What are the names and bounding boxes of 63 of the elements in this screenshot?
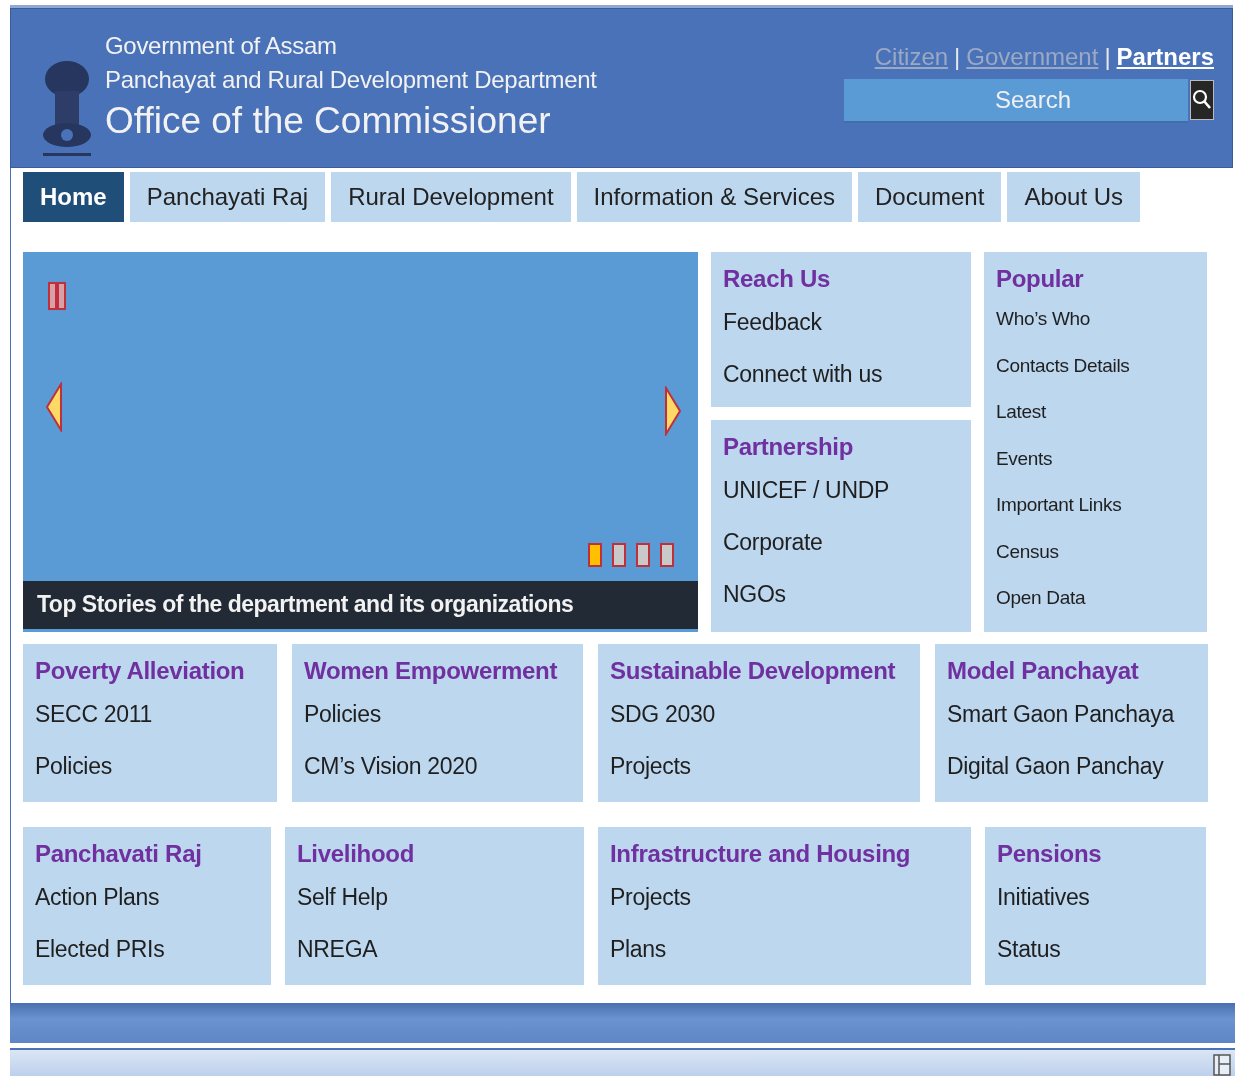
search-field[interactable]: Search [844, 79, 1188, 123]
panel-link[interactable]: Events [996, 435, 1195, 482]
panel-link[interactable]: Plans [610, 923, 959, 975]
panel-heading[interactable]: Women Empowerment [304, 654, 571, 688]
slide-indicator[interactable] [660, 542, 674, 567]
panel-link[interactable]: Corporate [723, 516, 959, 568]
next-arrow-icon[interactable] [664, 386, 682, 436]
panel-heading[interactable]: Sustainable Development [610, 654, 908, 688]
nav-tab[interactable]: Home [23, 172, 124, 222]
nav-tab[interactable]: Panchayati Raj [129, 172, 326, 222]
panel-link[interactable]: Elected PRIs [35, 923, 259, 975]
slide-indicator[interactable] [588, 542, 602, 567]
slide-caption: Top Stories of the department and its organizations [23, 580, 698, 629]
panel-heading[interactable]: Livelihood [297, 837, 572, 871]
panel-link[interactable]: Important Links [996, 482, 1195, 529]
panel-link[interactable]: Projects [610, 871, 959, 923]
panel-link[interactable]: Status [997, 923, 1194, 975]
panel-heading[interactable]: Model Panchayat [947, 654, 1196, 688]
nav-tab[interactable]: Document [858, 172, 1002, 222]
panel-link[interactable]: Feedback [723, 296, 959, 348]
nav-tab[interactable]: About Us [1007, 172, 1141, 222]
panel-link[interactable]: Open Data [996, 575, 1195, 622]
slide-indicator[interactable] [612, 542, 626, 567]
panel-link[interactable]: Self Help [297, 871, 572, 923]
pause-icon[interactable] [47, 282, 67, 310]
panel-link[interactable]: Smart Gaon Panchaya [947, 688, 1196, 740]
audience-link[interactable]: Partners [1116, 43, 1214, 71]
separator-text: | [954, 43, 961, 71]
panel-link[interactable]: Census [996, 528, 1195, 575]
panel-link[interactable]: UNICEF / UNDP [723, 464, 959, 516]
slide-indicator[interactable] [636, 542, 650, 567]
header-text: Panchayat and Rural Development Department [105, 65, 597, 95]
panel-link[interactable]: Projects [610, 740, 908, 792]
panel-link[interactable]: Latest [996, 389, 1195, 436]
panel-link[interactable]: Policies [304, 688, 571, 740]
panel-heading[interactable]: Panchavati Raj [35, 837, 259, 871]
panel-heading[interactable]: Pensions [997, 837, 1194, 871]
panel-link[interactable]: Contacts Details [996, 342, 1195, 389]
panel-link[interactable]: Who’s Who [996, 296, 1195, 343]
panel-link[interactable]: Policies [35, 740, 265, 792]
layout-icon[interactable] [1213, 1054, 1231, 1076]
panel-link[interactable]: Initiatives [997, 871, 1194, 923]
search-icon [1192, 89, 1212, 111]
panel-link[interactable]: Action Plans [35, 871, 259, 923]
panel-link[interactable]: Connect with us [723, 348, 959, 400]
nav-tab[interactable]: Information & Services [576, 172, 852, 222]
nav-tab[interactable]: Rural Development [331, 172, 571, 222]
panel-link[interactable]: Digital Gaon Panchay [947, 740, 1196, 792]
search-button[interactable] [1190, 80, 1214, 120]
header-text: Government of Assam [105, 31, 338, 61]
panel-link[interactable]: SDG 2030 [610, 688, 908, 740]
panel-link[interactable]: CM’s Vision 2020 [304, 740, 571, 792]
panel-heading[interactable]: Poverty Alleviation [35, 654, 265, 688]
previous-arrow-icon[interactable] [45, 382, 63, 432]
panel-heading[interactable]: Popular [996, 262, 1195, 296]
panel-heading[interactable]: Reach Us [723, 262, 959, 296]
panel-link[interactable]: SECC 2011 [35, 688, 265, 740]
panel-heading[interactable]: Infrastructure and Housing [610, 837, 959, 871]
panel-link[interactable]: NREGA [297, 923, 572, 975]
panel-link[interactable]: NGOs [723, 568, 959, 620]
site-title: Office of the Commissioner [105, 99, 552, 143]
separator-text: | [1104, 43, 1111, 71]
panel-heading[interactable]: Partnership [723, 430, 959, 464]
